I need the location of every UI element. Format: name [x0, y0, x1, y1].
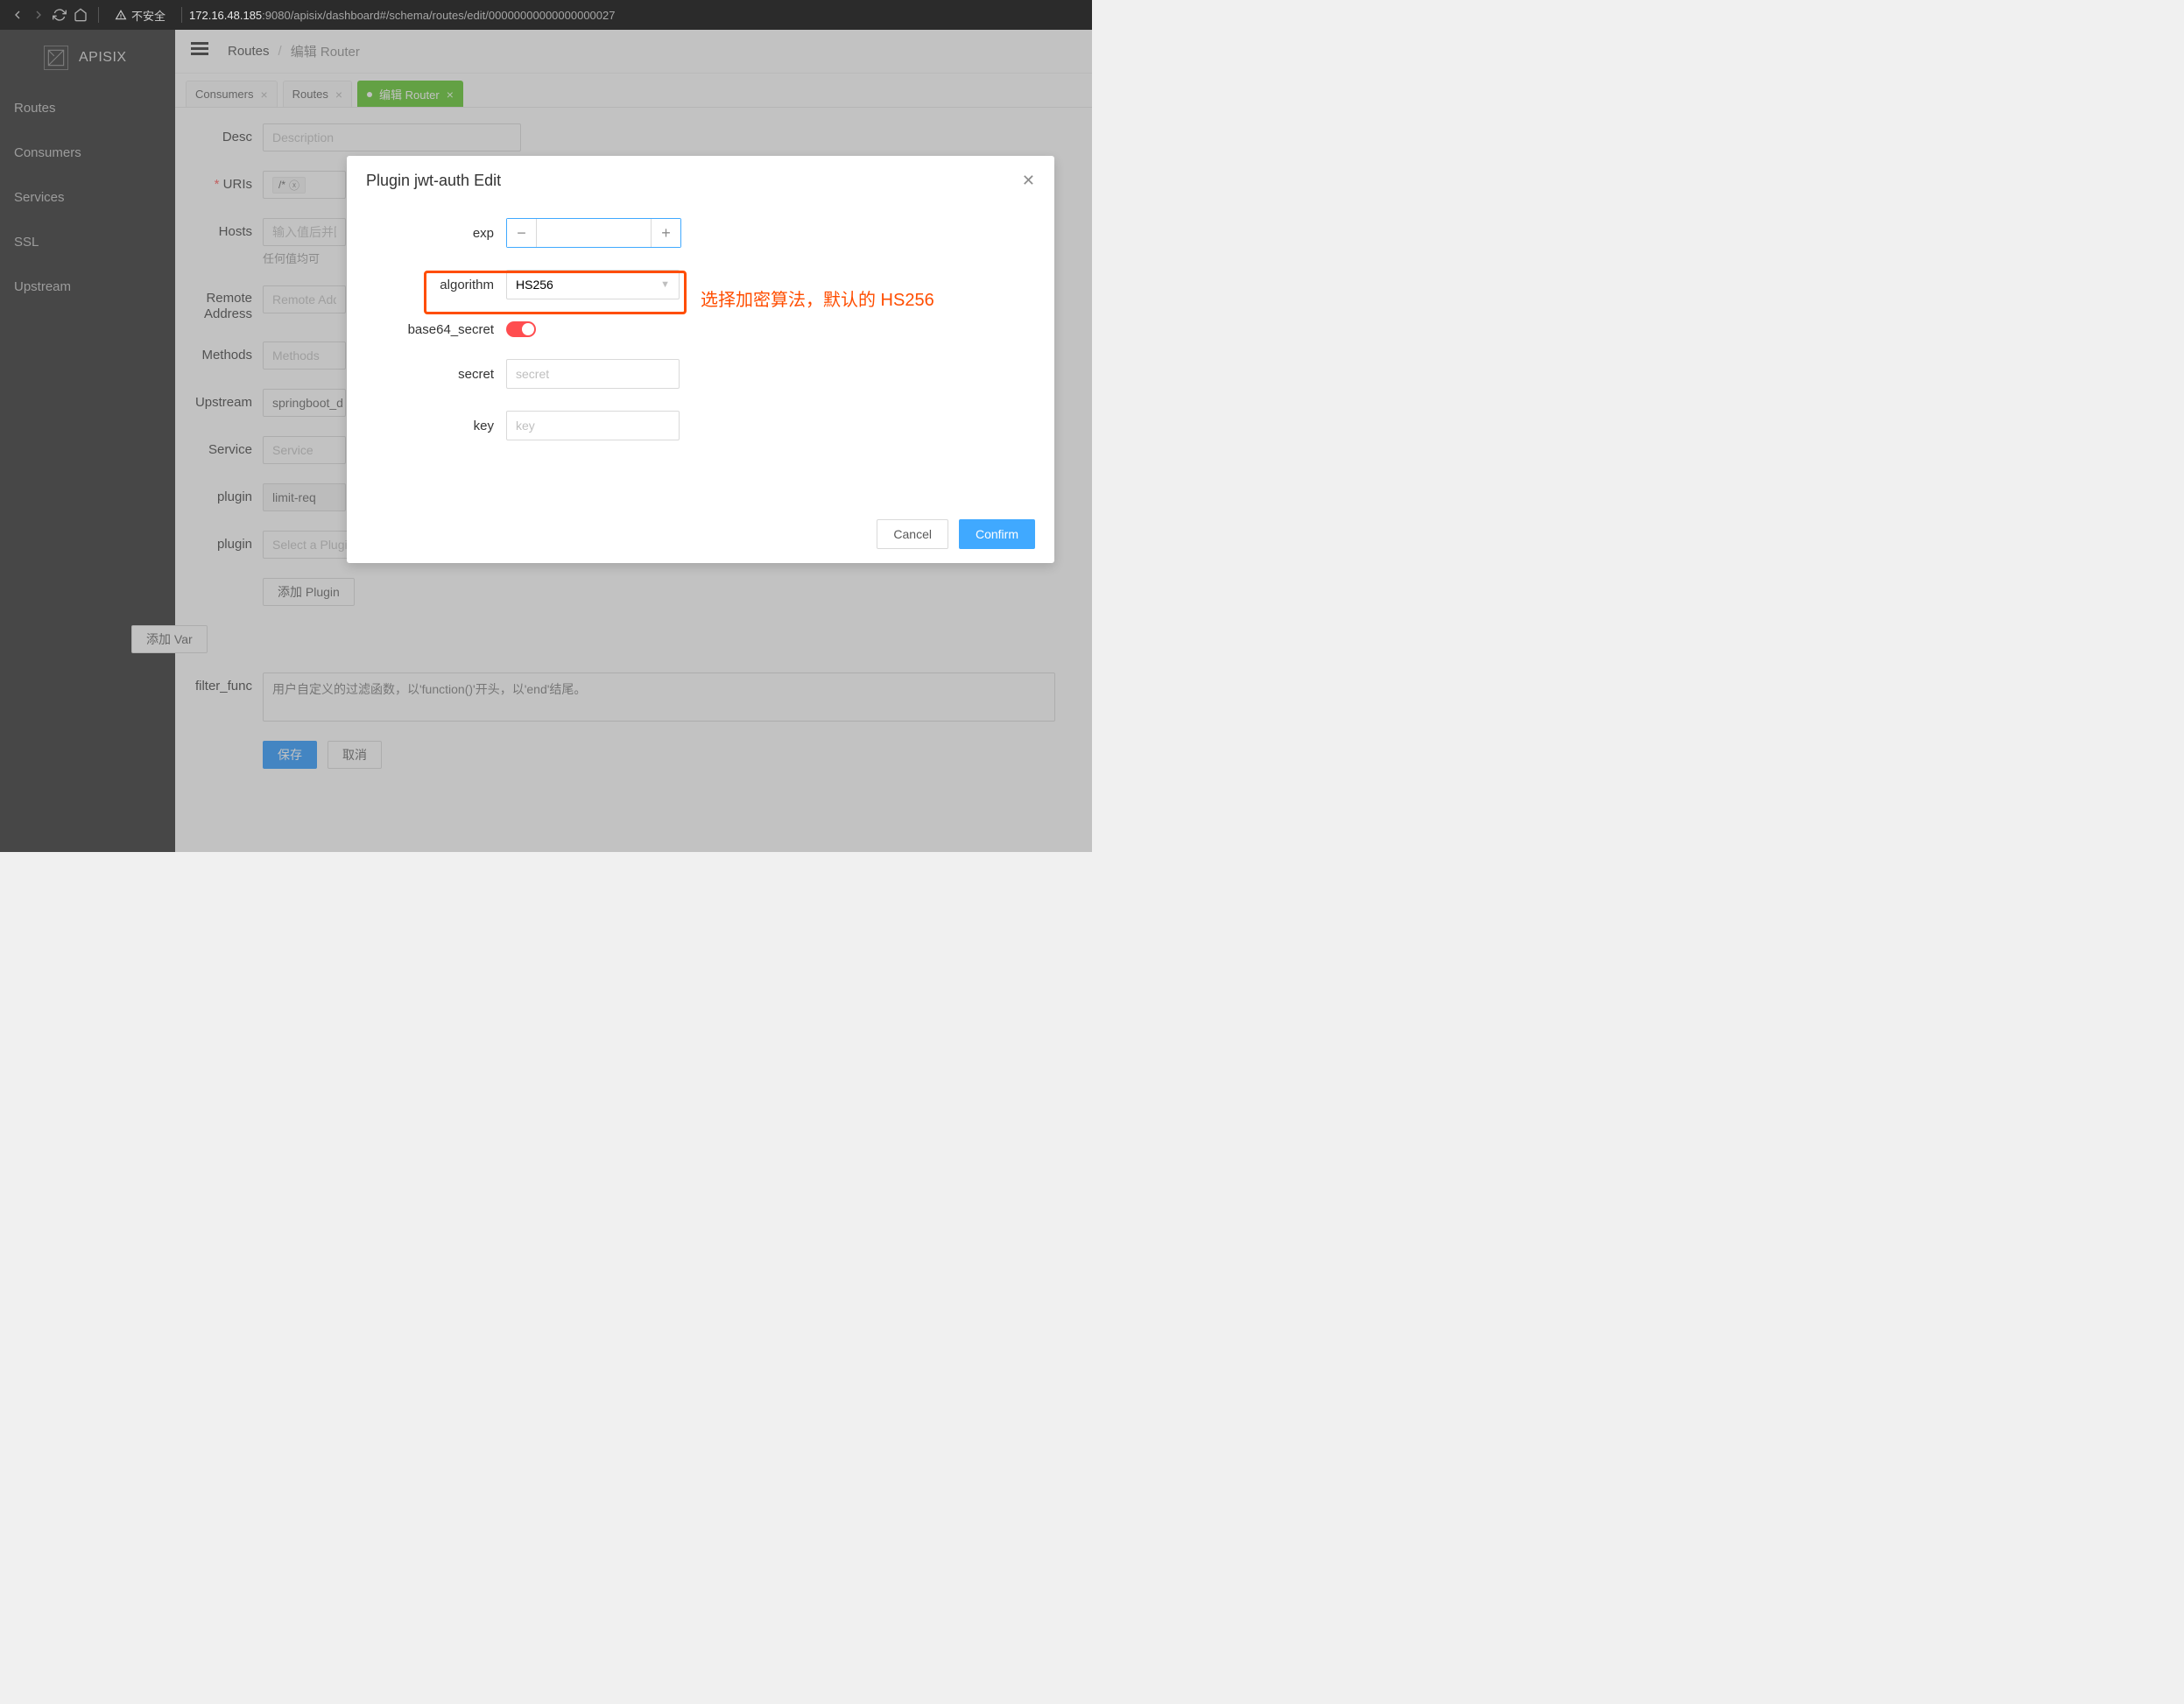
insecure-warning: 不安全	[115, 7, 166, 24]
forward-icon[interactable]	[28, 8, 49, 22]
annotation-text: 选择加密算法，默认的 HS256	[701, 285, 934, 311]
plugin-edit-modal: Plugin jwt-auth Edit ✕ exp − + algorithm…	[347, 156, 1054, 563]
modal-title: Plugin jwt-auth Edit	[366, 172, 501, 190]
stepper-minus-button[interactable]: −	[507, 219, 537, 247]
base64-secret-toggle[interactable]	[506, 321, 536, 337]
exp-stepper[interactable]: − +	[506, 218, 681, 248]
exp-input[interactable]	[537, 219, 651, 247]
modal-cancel-button[interactable]: Cancel	[877, 519, 948, 549]
secret-input[interactable]	[506, 359, 680, 389]
insecure-label: 不安全	[131, 7, 166, 24]
browser-bar: 不安全 172.16.48.185:9080/apisix/dashboard#…	[0, 0, 1092, 30]
label-key: key	[366, 419, 506, 433]
annotation-box	[424, 271, 687, 314]
stepper-plus-button[interactable]: +	[651, 219, 680, 247]
modal-confirm-button[interactable]: Confirm	[959, 519, 1035, 549]
url-bar[interactable]: 172.16.48.185:9080/apisix/dashboard#/sch…	[189, 9, 615, 22]
back-icon[interactable]	[7, 8, 28, 22]
reload-icon[interactable]	[49, 8, 70, 22]
label-secret: secret	[366, 367, 506, 382]
key-input[interactable]	[506, 411, 680, 440]
home-icon[interactable]	[70, 8, 91, 22]
label-base64-secret: base64_secret	[366, 322, 506, 337]
modal-close-icon[interactable]: ✕	[1022, 172, 1035, 190]
label-exp: exp	[366, 226, 506, 241]
